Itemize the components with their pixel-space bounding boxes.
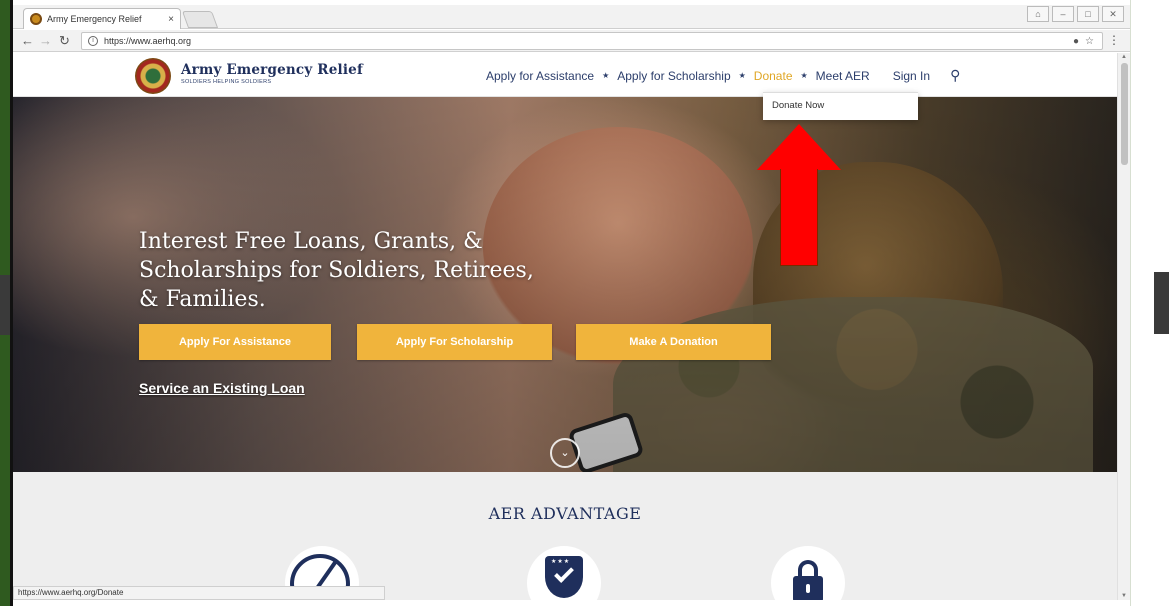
aer-advantage-section: AER ADVANTAGE ★★★ xyxy=(13,472,1117,600)
page-scrollbar[interactable]: ▲ ▼ xyxy=(1117,53,1130,600)
back-arrow-icon[interactable]: ← xyxy=(21,33,34,49)
shield-check-icon: ★★★ xyxy=(527,546,601,600)
aer-advantage-title: AER ADVANTAGE xyxy=(488,504,642,523)
nav-star-icon: ★ xyxy=(800,71,808,80)
site-info-icon[interactable]: i xyxy=(88,36,98,46)
red-annotation-arrow-icon xyxy=(757,124,841,170)
browser-tab[interactable]: Army Emergency Relief × xyxy=(23,8,181,29)
browser-toolbar: ← → ↻ i https://www.aerhq.org ● ☆ ⋮ xyxy=(13,30,1130,52)
browser-tab-strip: Army Emergency Relief × ⌂ – □ ✕ xyxy=(13,5,1130,29)
address-bar[interactable]: i https://www.aerhq.org ● ☆ xyxy=(81,32,1103,50)
tab-close-icon[interactable]: × xyxy=(168,14,174,25)
new-tab-button[interactable] xyxy=(181,11,219,28)
service-existing-loan-link[interactable]: Service an Existing Loan xyxy=(139,380,305,396)
brand-name: Army Emergency Relief xyxy=(181,62,363,78)
nav-star-icon: ★ xyxy=(738,71,746,80)
browser-menu-icon[interactable]: ⋮ xyxy=(1108,33,1120,47)
scroll-down-chevron-icon[interactable]: ⌄ xyxy=(550,438,580,468)
make-a-donation-button[interactable]: Make A Donation xyxy=(576,324,771,360)
scroll-down-arrow-icon[interactable]: ▼ xyxy=(1121,593,1127,599)
tab-title: Army Emergency Relief xyxy=(47,14,142,24)
forward-arrow-icon[interactable]: → xyxy=(39,33,52,49)
site-header: Army Emergency Relief SOLDIERS HELPING S… xyxy=(13,53,1117,97)
bookmark-star-icon[interactable]: ☆ xyxy=(1085,36,1094,47)
address-url: https://www.aerhq.org xyxy=(104,36,192,46)
minimize-icon[interactable]: – xyxy=(1052,6,1074,22)
window-controls: ⌂ – □ ✕ xyxy=(1027,6,1124,22)
close-window-icon[interactable]: ✕ xyxy=(1102,6,1124,22)
main-nav: Apply for Assistance ★ Apply for Scholar… xyxy=(486,67,960,84)
brand[interactable]: Army Emergency Relief SOLDIERS HELPING S… xyxy=(181,62,363,85)
donate-now-menu-item[interactable]: Donate Now xyxy=(772,100,909,111)
site-favicon-icon xyxy=(30,13,42,25)
scroll-up-arrow-icon[interactable]: ▲ xyxy=(1121,54,1127,60)
nav-meet-aer[interactable]: Meet AER xyxy=(816,69,870,83)
donate-dropdown-menu: Donate Now xyxy=(763,92,918,120)
browser-status-url: https://www.aerhq.org/Donate xyxy=(13,586,385,600)
page-viewport: Army Emergency Relief SOLDIERS HELPING S… xyxy=(13,53,1117,600)
hero-banner: Interest Free Loans, Grants, & Scholarsh… xyxy=(13,97,1117,472)
extension-icon[interactable]: ● xyxy=(1073,36,1079,47)
hero-headline: Interest Free Loans, Grants, & Scholarsh… xyxy=(139,229,534,312)
profile-icon[interactable]: ⌂ xyxy=(1027,6,1049,22)
nav-star-icon: ★ xyxy=(602,71,610,80)
reload-icon[interactable]: ↻ xyxy=(59,33,70,49)
maximize-icon[interactable]: □ xyxy=(1077,6,1099,22)
slide-left-block xyxy=(0,275,10,335)
nav-apply-scholarship[interactable]: Apply for Scholarship xyxy=(617,69,730,83)
nav-apply-assistance[interactable]: Apply for Assistance xyxy=(486,69,594,83)
search-icon[interactable]: ⚲ xyxy=(950,67,960,84)
aer-logo-icon[interactable] xyxy=(135,58,171,94)
scrollbar-thumb[interactable] xyxy=(1121,63,1128,165)
apply-for-scholarship-button[interactable]: Apply For Scholarship xyxy=(357,324,552,360)
brand-tagline: SOLDIERS HELPING SOLDIERS xyxy=(181,79,272,85)
red-annotation-arrow-shaft xyxy=(780,169,818,266)
nav-donate[interactable]: Donate xyxy=(754,69,793,83)
nav-sign-in[interactable]: Sign In xyxy=(893,69,930,83)
lock-icon xyxy=(771,546,845,600)
apply-for-assistance-button[interactable]: Apply For Assistance xyxy=(139,324,331,360)
slide-right-block xyxy=(1154,272,1169,334)
